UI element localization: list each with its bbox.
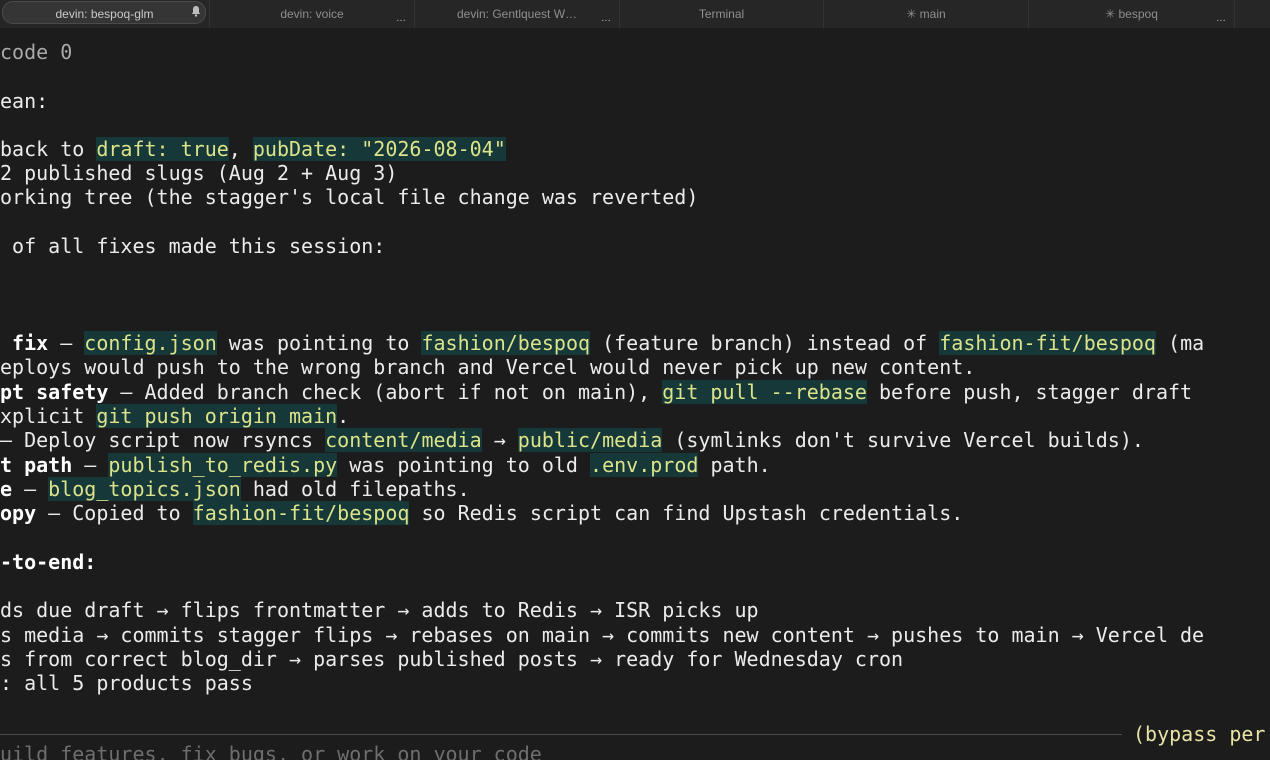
- output-text: of all fixes made this session:: [0, 234, 386, 258]
- tab-label: devin: bespoq-glm: [55, 7, 154, 21]
- output-line: ean:: [0, 89, 48, 113]
- tab-devin-voice[interactable]: devin: voice …: [210, 0, 415, 28]
- output-text: s media → commits stagger flips → rebase…: [0, 623, 1205, 647]
- bold-label: fix: [0, 331, 49, 355]
- output-text: back to: [0, 137, 97, 161]
- output-text: : all 5 products pass: [0, 671, 253, 695]
- output-line: back to draft: true, pubDate: "2026-08-0…: [0, 137, 506, 161]
- terminal-output[interactable]: code 0 ean: back to draft: true, pubDate…: [0, 28, 1270, 760]
- tab-label: devin: Gentlquest W…: [456, 7, 578, 21]
- bold-label: t path: [0, 453, 73, 477]
- output-line: pt safety — Added branch check (abort if…: [0, 380, 1192, 404]
- output-text: so Redis script can find Upstash credent…: [409, 501, 964, 525]
- output-line: -to-end:: [0, 550, 96, 574]
- code-span: fashion-fit/bespoq: [192, 501, 410, 525]
- bold-label: pt safety: [0, 380, 109, 404]
- prompt-input-placeholder[interactable]: uild features, fix bugs, or work on your…: [0, 742, 542, 760]
- footer-divider: [0, 734, 1122, 735]
- code-span: blog_topics.json: [48, 477, 241, 501]
- tab-bespoq[interactable]: ✳ bespoq …: [1029, 0, 1235, 28]
- output-text: 2 published slugs (Aug 2 + Aug 3): [0, 161, 398, 185]
- code-span: fashion-fit/bespoq: [939, 331, 1156, 355]
- tab-devin-gentlquest[interactable]: devin: Gentlquest W… …: [415, 0, 620, 28]
- output-text: —: [12, 477, 49, 501]
- output-text: ds due draft → flips frontmatter → adds …: [0, 598, 759, 622]
- code-span: publish_to_redis.py: [108, 453, 338, 477]
- tab-label: ✳ bespoq: [1105, 7, 1158, 21]
- tab-label: Terminal: [698, 7, 745, 21]
- output-line: eploys would push to the wrong branch an…: [0, 355, 975, 379]
- output-text: (feature branch) instead of: [590, 331, 940, 355]
- output-line: s media → commits stagger flips → rebase…: [0, 623, 1204, 647]
- output-line: of all fixes made this session:: [0, 234, 385, 258]
- output-line: opy — Copied to fashion-fit/bespoq so Re…: [0, 501, 963, 525]
- output-text: eploys would push to the wrong branch an…: [0, 355, 976, 379]
- output-text: — Copied to: [36, 501, 193, 525]
- code-span: content/media: [325, 428, 482, 452]
- output-line: t path — publish_to_redis.py was pointin…: [0, 453, 771, 477]
- output-text: —: [48, 331, 85, 355]
- bold-label: -to-end:: [0, 550, 97, 574]
- tab-menu-icon[interactable]: …: [601, 14, 611, 24]
- output-text: ,: [228, 137, 253, 161]
- tab-main[interactable]: ✳ main: [824, 0, 1029, 28]
- output-text: — Deploy script now rsyncs: [0, 428, 326, 452]
- tab-bar: devin: bespoq-glm devin: voice … devin: …: [0, 0, 1270, 29]
- output-line: 2 published slugs (Aug 2 + Aug 3): [0, 161, 397, 185]
- code-span: fashion/bespoq: [421, 331, 591, 355]
- code-span: git push origin main: [96, 404, 338, 428]
- output-text: path.: [698, 453, 771, 477]
- code-span: draft: true: [96, 137, 229, 161]
- output-text: orking tree (the stagger's local file ch…: [0, 185, 699, 209]
- output-text: before push, stagger draft: [866, 380, 1193, 404]
- output-line: orking tree (the stagger's local file ch…: [0, 185, 698, 209]
- tab-label: devin: voice: [280, 7, 344, 21]
- output-line: ds due draft → flips frontmatter → adds …: [0, 598, 759, 622]
- output-line: code 0: [0, 40, 72, 64]
- output-text: ean:: [0, 89, 49, 113]
- output-line: fix — config.json was pointing to fashio…: [0, 331, 1204, 355]
- output-line: : all 5 products pass: [0, 671, 253, 695]
- bell-icon[interactable]: [189, 4, 203, 18]
- bold-label: opy: [0, 501, 37, 525]
- code-span: .env.prod: [590, 453, 699, 477]
- bold-label: e: [0, 477, 13, 501]
- output-line: e — blog_topics.json had old filepaths.: [0, 477, 470, 501]
- output-text: s from correct blog_dir → parses publish…: [0, 647, 904, 671]
- output-text: .: [337, 404, 350, 428]
- tab-terminal[interactable]: Terminal: [620, 0, 824, 28]
- code-span: public/media: [517, 428, 663, 452]
- output-text: —: [72, 453, 109, 477]
- output-line: xplicit git push origin main.: [0, 404, 349, 428]
- output-line: s from correct blog_dir → parses publish…: [0, 647, 903, 671]
- tab-menu-icon[interactable]: …: [396, 14, 406, 24]
- code-span: pubDate: "2026-08-04": [252, 137, 506, 161]
- tab-label: ✳ main: [906, 7, 946, 21]
- output-text: — Added branch check (abort if not on ma…: [108, 380, 663, 404]
- code-span: git pull --rebase: [662, 380, 867, 404]
- output-text: (symlinks don't survive Vercel builds).: [662, 428, 1144, 452]
- code-span: config.json: [84, 331, 217, 355]
- output-text: had old filepaths.: [240, 477, 470, 501]
- output-text: xplicit: [0, 404, 97, 428]
- tab-bar-filler: [1235, 0, 1270, 28]
- tab-devin-bespoq-glm[interactable]: devin: bespoq-glm: [0, 0, 210, 28]
- output-text: was pointing to old: [337, 453, 591, 477]
- tab-menu-icon[interactable]: …: [1216, 14, 1226, 24]
- output-text: →: [481, 428, 518, 452]
- output-line: — Deploy script now rsyncs content/media…: [0, 428, 1144, 452]
- bypass-permissions-indicator[interactable]: (bypass per: [1133, 722, 1265, 746]
- output-text: was pointing to: [216, 331, 422, 355]
- output-text: code 0: [0, 40, 73, 64]
- output-text: (ma: [1155, 331, 1205, 355]
